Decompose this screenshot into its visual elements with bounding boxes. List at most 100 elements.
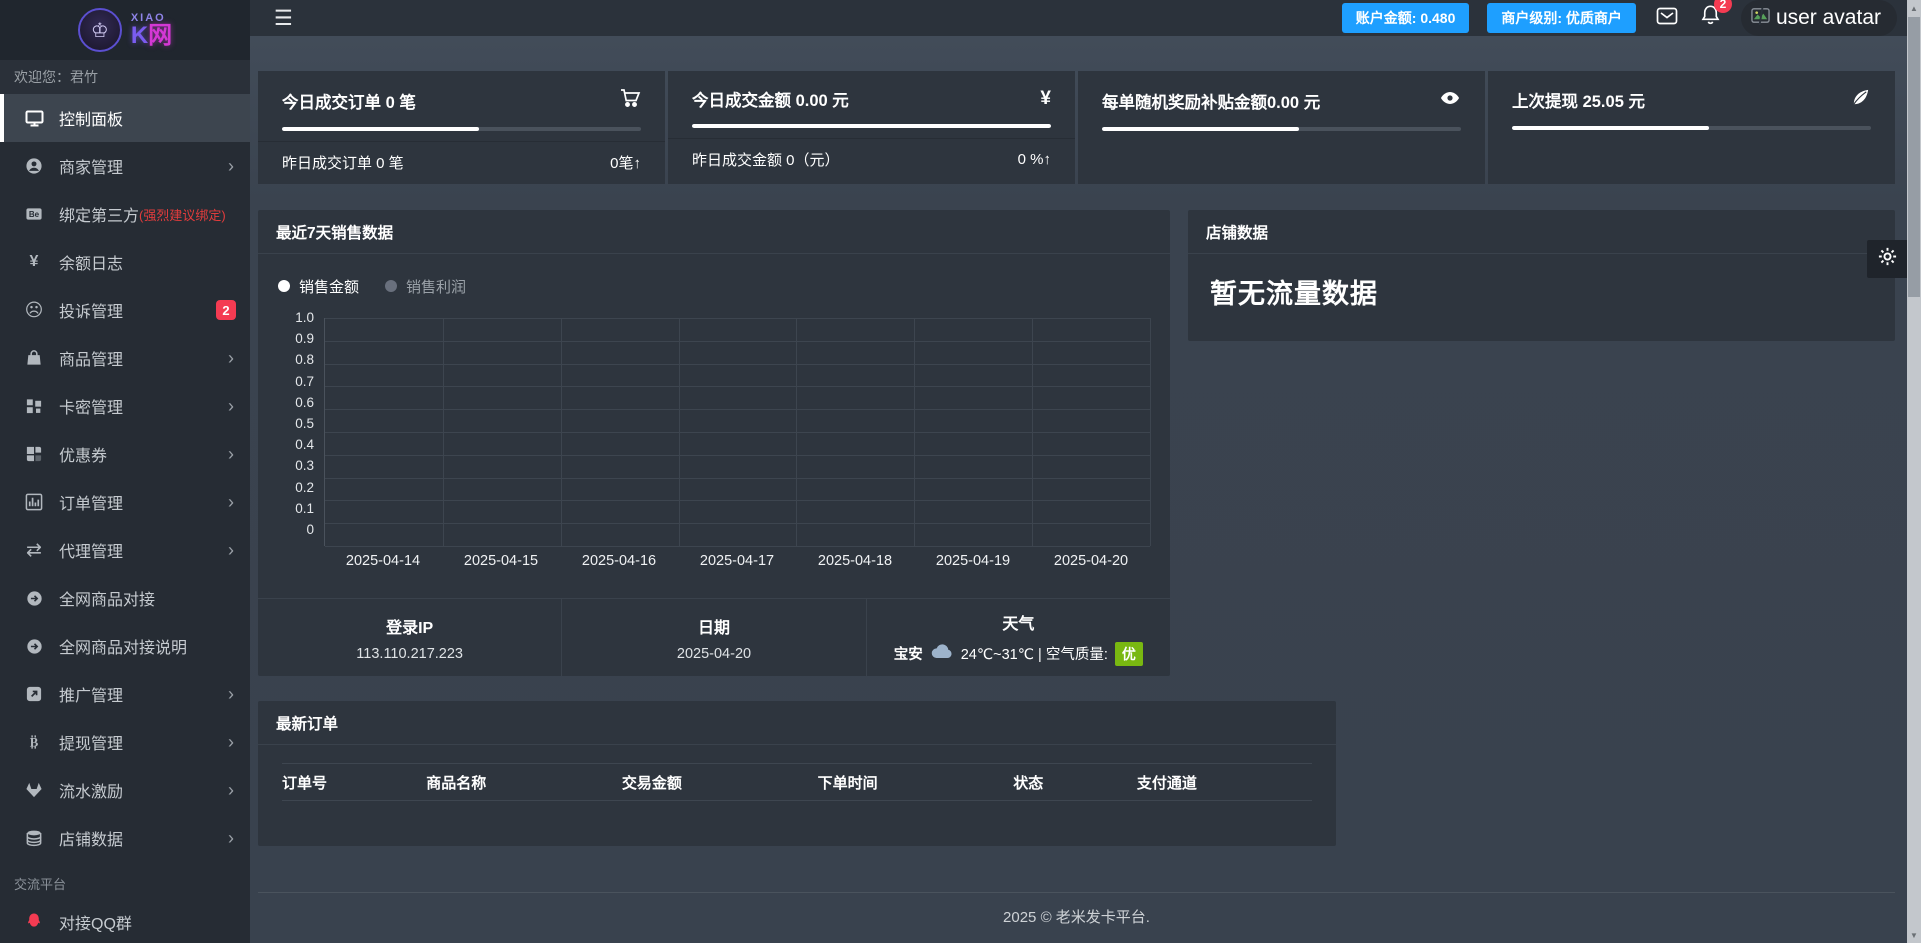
sidebar-item-agents[interactable]: ⇄ 代理管理 › [0, 526, 250, 574]
sidebar-item-bind-third-party[interactable]: Be 绑定第三方 (强烈建议绑定) [0, 190, 250, 238]
progress-bar [282, 127, 641, 131]
sidebar-item-complaints[interactable]: ☹ 投诉管理 2 [0, 286, 250, 334]
welcome-text: 欢迎您：君竹 [0, 60, 250, 94]
scroll-down-arrow[interactable]: ▼ [1907, 927, 1921, 943]
shop-data-card: 店铺数据 暂无流量数据 [1188, 210, 1895, 341]
sidebar-item-product-sync[interactable]: 全网商品对接 [0, 574, 250, 622]
stats-row: 今日成交订单 0 笔 昨日成交订单 0 笔 0笔↑ 今日成交金额 0.00 元 … [258, 71, 1895, 184]
login-ip-label: 登录IP [386, 619, 434, 637]
stat-sub-left: 昨日成交订单 0 笔 [282, 155, 404, 172]
broken-image-icon [1751, 6, 1770, 30]
svg-text:Be: Be [29, 210, 40, 219]
stat-title: 今日成交金额 0.00 元 [692, 92, 849, 110]
sidebar-item-label: 优惠券 [59, 448, 108, 465]
stat-title: 上次提现 25.05 元 [1512, 93, 1645, 111]
settings-gear-button[interactable] [1867, 240, 1907, 278]
sales-chart-card: 最近7天销售数据 销售金额 销售利润 1.0 0.9 0.8 0.7 0.6 0.5 0.4 0… [258, 210, 1170, 676]
chevron-right-icon: › [228, 732, 234, 752]
sidebar-item-balance-log[interactable]: ¥ 余额日志 [0, 238, 250, 286]
sidebar-item-dashboard[interactable]: 控制面板 [0, 94, 250, 142]
sidebar-item-label: 商家管理 [59, 160, 124, 177]
bar-chart-icon [22, 493, 46, 511]
scroll-up-arrow[interactable]: ▲ [1907, 0, 1921, 16]
chevron-right-icon: › [228, 828, 234, 848]
content-area: 今日成交订单 0 笔 昨日成交订单 0 笔 0笔↑ 今日成交金额 0.00 元 … [250, 36, 1921, 943]
user-avatar[interactable]: user avatar [1740, 0, 1897, 36]
weather-cell: 天气 宝安 24℃~31℃ | 空气质量: 优 [865, 599, 1170, 676]
main-area: ☰ 账户金额: 0.480 商户级别: 优质商户 2 user avatar 今… [250, 0, 1921, 943]
shop-card-title: 店铺数据 [1188, 210, 1895, 254]
sidebar-item-label: 绑定第三方 [59, 208, 140, 225]
account-balance-badge[interactable]: 账户金额: 0.480 [1341, 3, 1470, 33]
sidebar-item-withdrawal[interactable]: B 提现管理 › [0, 718, 250, 766]
hamburger-menu-icon[interactable]: ☰ [274, 8, 293, 29]
col-order-time: 下单时间 [817, 774, 878, 792]
shopping-bag-icon [22, 349, 46, 367]
sidebar-item-label: 全网商品对接 [59, 592, 156, 609]
sidebar-item-shop-data[interactable]: 店铺数据 › [0, 814, 250, 862]
monitor-icon [22, 109, 46, 128]
orders-card-title: 最新订单 [258, 701, 1336, 745]
eye-icon [1439, 87, 1461, 114]
merchant-level-badge[interactable]: 商户级别: 优质商户 [1487, 3, 1636, 33]
latest-orders-card: 最新订单 订单号 商品名称 交易金额 下单时间 状态 支付通道 [258, 701, 1336, 846]
bind-warning-text: (强烈建议绑定) [139, 207, 226, 223]
swap-arrows-icon: ⇄ [26, 539, 42, 561]
progress-bar [692, 124, 1051, 128]
sidebar-item-label: 代理管理 [59, 544, 124, 561]
app-logo[interactable]: ♔ XIAO K网 [0, 0, 250, 60]
legend-item[interactable]: 销售利润 [385, 276, 466, 297]
quill-icon [1850, 87, 1871, 113]
stat-sub-right: 0 %↑ [1017, 151, 1051, 168]
chevron-right-icon: › [228, 348, 234, 368]
stat-card-random-bonus: 每单随机奖励补贴金额0.00 元 [1078, 71, 1485, 184]
stat-sub-right: 0笔↑ [610, 155, 641, 172]
sidebar-item-label: 控制面板 [59, 112, 124, 129]
sidebar-item-merchant[interactable]: 商家管理 › [0, 142, 250, 190]
database-icon [22, 829, 46, 847]
sidebar-item-label: 卡密管理 [59, 400, 124, 417]
sidebar-item-coupons[interactable]: 优惠券 › [0, 430, 250, 478]
chevron-right-icon: › [228, 444, 234, 464]
envelope-icon [1654, 3, 1680, 34]
sidebar-item-products[interactable]: 商品管理 › [0, 334, 250, 382]
complaint-count-badge: 2 [216, 300, 236, 320]
col-product-name: 商品名称 [426, 774, 487, 792]
sidebar-item-flow-incentive[interactable]: 流水激励 › [0, 766, 250, 814]
footer-copyright: 2025 © 老米发卡平台. [258, 892, 1895, 943]
notifications-button[interactable]: 2 [1698, 0, 1732, 33]
sidebar-item-orders[interactable]: 订单管理 › [0, 478, 250, 526]
sidebar-item-label: 店铺数据 [59, 832, 124, 849]
chart-legend: 销售金额 销售利润 [278, 276, 1150, 296]
sidebar-item-product-sync-docs[interactable]: 全网商品对接说明 [0, 622, 250, 670]
card-grid-icon [22, 397, 46, 415]
login-ip-value: 113.110.217.223 [356, 645, 464, 662]
sidebar-item-label: 推广管理 [59, 688, 124, 705]
stat-card-today-orders: 今日成交订单 0 笔 昨日成交订单 0 笔 0笔↑ [258, 71, 665, 184]
sidebar-item-label: 流水激励 [59, 784, 124, 801]
sidebar-item-card-keys[interactable]: 卡密管理 › [0, 382, 250, 430]
col-payment-channel: 支付通道 [1136, 774, 1197, 792]
progress-bar [1102, 127, 1461, 131]
chart-info-row: 登录IP 113.110.217.223 日期 2025-04-20 天气 宝安 [258, 598, 1170, 676]
inbox-button[interactable] [1654, 3, 1680, 34]
sidebar-item-label: 订单管理 [59, 496, 124, 513]
sidebar-item-label: 投诉管理 [59, 304, 124, 321]
cloud-icon [930, 643, 954, 664]
stat-card-today-amount: 今日成交金额 0.00 元 ¥ 昨日成交金额 0（元） 0 %↑ [668, 71, 1075, 184]
frown-icon: ☹ [24, 299, 44, 320]
gear-icon [1877, 246, 1898, 272]
col-status: 状态 [1013, 774, 1044, 792]
vertical-scrollbar[interactable]: ▲ ▼ [1907, 0, 1921, 943]
user-icon [22, 157, 46, 175]
no-traffic-data-text: 暂无流量数据 [1210, 279, 1378, 309]
legend-item[interactable]: 销售金额 [278, 276, 359, 297]
sidebar-item-qq-group[interactable]: 对接QQ群 [0, 898, 250, 943]
sidebar-item-promotion[interactable]: 推广管理 › [0, 670, 250, 718]
aqi-badge: 优 [1114, 641, 1143, 666]
arrow-circle-icon [22, 638, 46, 655]
date-value: 2025-04-20 [676, 645, 752, 662]
sidebar-item-label: 对接QQ群 [59, 916, 132, 933]
scrollbar-thumb[interactable] [1908, 17, 1920, 297]
chevron-right-icon: › [228, 396, 234, 416]
